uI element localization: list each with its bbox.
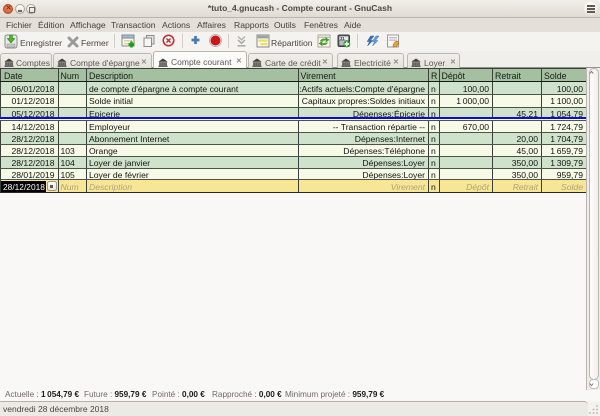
svg-text:31: 31 — [340, 36, 345, 41]
